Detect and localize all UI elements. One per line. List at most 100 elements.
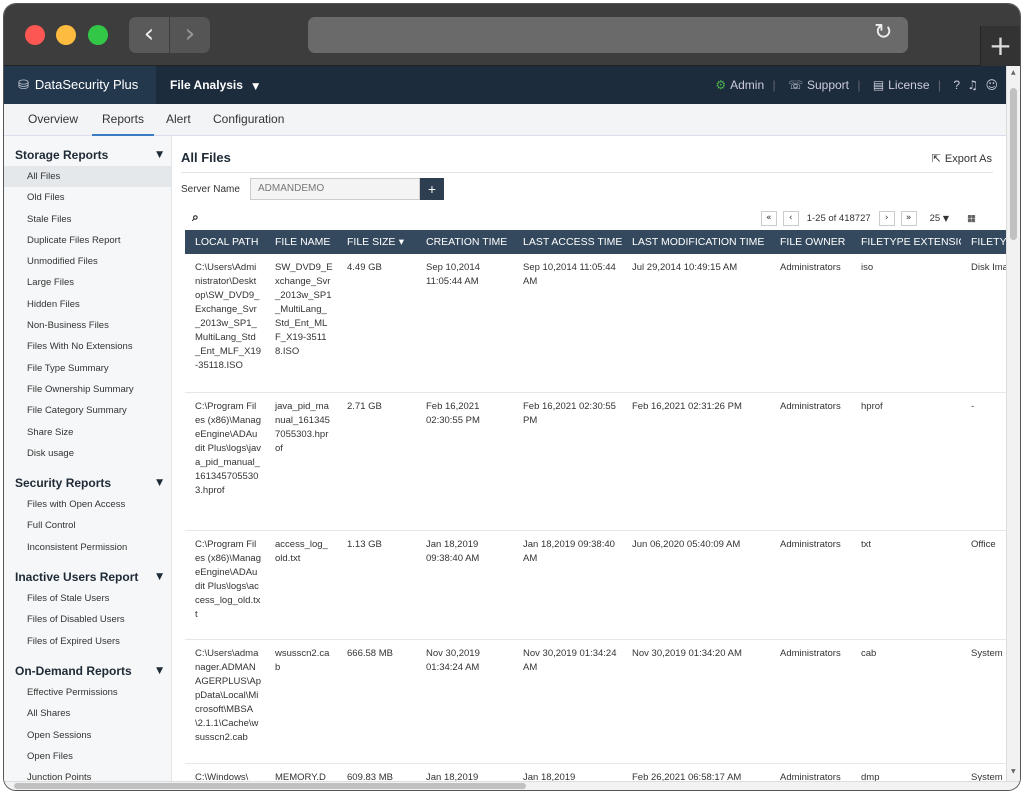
sidebar-section-header[interactable]: On-Demand Reports ▼ [4, 660, 171, 682]
reload-icon[interactable]: ↻ [874, 20, 892, 45]
sidebar-item[interactable]: All Files [4, 166, 171, 188]
table-row[interactable]: C:\Windows\MEMORY.DMP609.83 MBJan 18,201… [185, 763, 1006, 781]
sidebar-item[interactable]: Share Size [4, 422, 171, 443]
search-icon[interactable]: ⌕ [192, 210, 199, 225]
server-name-input[interactable]: ADMANDEMO [250, 178, 420, 200]
main-tabs: Overview Reports Alert Configuration [4, 104, 1006, 136]
chevron-down-icon: ▼ [252, 82, 260, 92]
table-cell: 666.58 MB [337, 639, 416, 764]
scroll-down-icon[interactable]: ▼ [1011, 768, 1016, 775]
export-button[interactable]: ⇱ Export As [932, 152, 992, 165]
column-header[interactable]: FILE SIZE ▾ [337, 230, 416, 254]
page-size-select[interactable]: 25 ▼ [930, 213, 949, 224]
table-cell: C:\Users\Administrator\Desktop\SW_DVD9_E… [185, 254, 265, 393]
sidebar-item[interactable]: Hidden Files [4, 294, 171, 315]
sidebar-item[interactable]: Files With No Extensions [4, 336, 171, 357]
sidebar-item[interactable]: File Type Summary [4, 358, 171, 379]
sidebar-item[interactable]: All Shares [4, 703, 171, 724]
table-cell: C:\Program Files (x86)\ManageEngine\ADAu… [185, 530, 265, 640]
table-cell: Sep 10,2014 11:05:44 AM [513, 254, 622, 393]
table-row[interactable]: C:\Users\Administrator\Desktop\SW_DVD9_E… [185, 254, 1006, 393]
column-header[interactable]: FILE OWNER [770, 230, 851, 254]
sidebar-item[interactable]: Non-Business Files [4, 315, 171, 336]
table-row[interactable]: C:\Program Files (x86)\ManageEngine\ADAu… [185, 530, 1006, 640]
sidebar-section-title: Storage Reports [15, 148, 109, 162]
tab-reports[interactable]: Reports [92, 104, 154, 136]
maximize-window-button[interactable] [88, 25, 108, 45]
header-links: ⚙ Admin | ☏ Support | ▤ License | ? ♫ ☺ [715, 78, 998, 92]
column-header[interactable]: LAST ACCESS TIME [513, 230, 622, 254]
sidebar-item[interactable]: Files of Expired Users [4, 631, 171, 652]
sidebar-section-header[interactable]: Security Reports ▼ [4, 472, 171, 494]
brand[interactable]: ⛁ DataSecurity Plus [4, 66, 156, 104]
sidebar-item[interactable]: File Ownership Summary [4, 379, 171, 400]
sidebar-item[interactable]: Files of Disabled Users [4, 609, 171, 630]
sidebar-section-header[interactable]: Storage Reports ▼ [4, 144, 171, 166]
license-link[interactable]: License [888, 78, 929, 92]
new-tab-button[interactable]: + [980, 26, 1020, 66]
bell-icon[interactable]: ♫ [967, 78, 978, 92]
sidebar-section-header[interactable]: Inactive Users Report ▼ [4, 566, 171, 588]
close-window-button[interactable] [25, 25, 45, 45]
table-row[interactable]: C:\Users\admanager.ADMANAGERPLUS\AppData… [185, 639, 1006, 764]
column-header[interactable]: FILETYPE EXTENSION [851, 230, 961, 254]
module-selector[interactable]: File Analysis ▼ [170, 66, 259, 106]
table-row[interactable]: C:\Program Files (x86)\ManageEngine\ADAu… [185, 392, 1006, 531]
caret-down-icon: ▼ [156, 665, 163, 676]
column-header-label: FILE SIZE [347, 236, 396, 248]
module-name: File Analysis [170, 78, 243, 92]
sidebar-item[interactable]: Open Sessions [4, 725, 171, 746]
prev-page-button[interactable]: ‹ [782, 210, 799, 226]
horizontal-scroll-thumb[interactable] [14, 783, 526, 789]
column-chooser-icon[interactable]: ▦ [967, 213, 976, 224]
sidebar-item[interactable]: Stale Files [4, 209, 171, 230]
first-page-button[interactable]: « [760, 210, 777, 226]
scroll-up-icon[interactable]: ▲ [1011, 69, 1016, 76]
minimize-window-button[interactable] [56, 25, 76, 45]
sidebar-item[interactable]: Effective Permissions [4, 682, 171, 703]
table-cell: - [961, 392, 1006, 531]
table-cell: Jan 18,2019 [513, 763, 622, 781]
last-page-button[interactable]: » [900, 210, 917, 226]
next-page-button[interactable]: › [878, 210, 895, 226]
add-server-button[interactable]: + [420, 178, 444, 200]
sidebar-item[interactable]: Open Files [4, 746, 171, 767]
tab-alert[interactable]: Alert [166, 104, 191, 136]
sidebar-item[interactable]: Full Control [4, 515, 171, 536]
table-cell: cab [851, 639, 961, 764]
sidebar-item[interactable]: Files with Open Access [4, 494, 171, 515]
support-link[interactable]: Support [807, 78, 849, 92]
table-cell: Jun 06,2020 05:40:09 AM [622, 530, 770, 640]
sidebar-item[interactable]: File Category Summary [4, 400, 171, 421]
sidebar-item[interactable]: Large Files [4, 272, 171, 293]
table-cell: System [961, 763, 1006, 781]
sidebar-item[interactable]: Old Files [4, 187, 171, 208]
admin-link[interactable]: Admin [730, 78, 764, 92]
sidebar-item[interactable]: Unmodified Files [4, 251, 171, 272]
address-bar[interactable] [308, 17, 908, 53]
export-label: Export As [944, 153, 992, 165]
vertical-scrollbar[interactable]: ▲ ▼ [1006, 66, 1020, 781]
sidebar-item[interactable]: Inconsistent Permission [4, 537, 171, 558]
column-header[interactable]: FILETYPE [961, 230, 1006, 254]
tab-configuration[interactable]: Configuration [213, 104, 284, 136]
help-icon[interactable]: ? [953, 78, 960, 92]
vertical-scroll-thumb[interactable] [1010, 88, 1017, 240]
back-button[interactable]: ‹ [129, 17, 169, 53]
column-header[interactable]: LOCAL PATH [185, 230, 265, 254]
license-icon: ▤ [872, 78, 885, 92]
table-cell: 2.71 GB [337, 392, 416, 531]
sidebar-item[interactable]: Duplicate Files Report [4, 230, 171, 251]
sidebar-item[interactable]: Junction Points [4, 767, 171, 781]
column-header[interactable]: FILE NAME [265, 230, 337, 254]
forward-button[interactable]: › [170, 17, 210, 53]
column-header[interactable]: LAST MODIFICATION TIME [622, 230, 770, 254]
browser-toolbar: ‹ › ↻ + [4, 4, 1020, 66]
sidebar-item[interactable]: Disk usage [4, 443, 171, 464]
sidebar-item[interactable]: Files of Stale Users [4, 588, 171, 609]
tab-overview[interactable]: Overview [28, 104, 78, 136]
sort-desc-icon: ▾ [395, 236, 405, 248]
horizontal-scrollbar[interactable] [4, 781, 1020, 790]
user-icon[interactable]: ☺ [985, 78, 998, 92]
column-header[interactable]: CREATION TIME [416, 230, 513, 254]
